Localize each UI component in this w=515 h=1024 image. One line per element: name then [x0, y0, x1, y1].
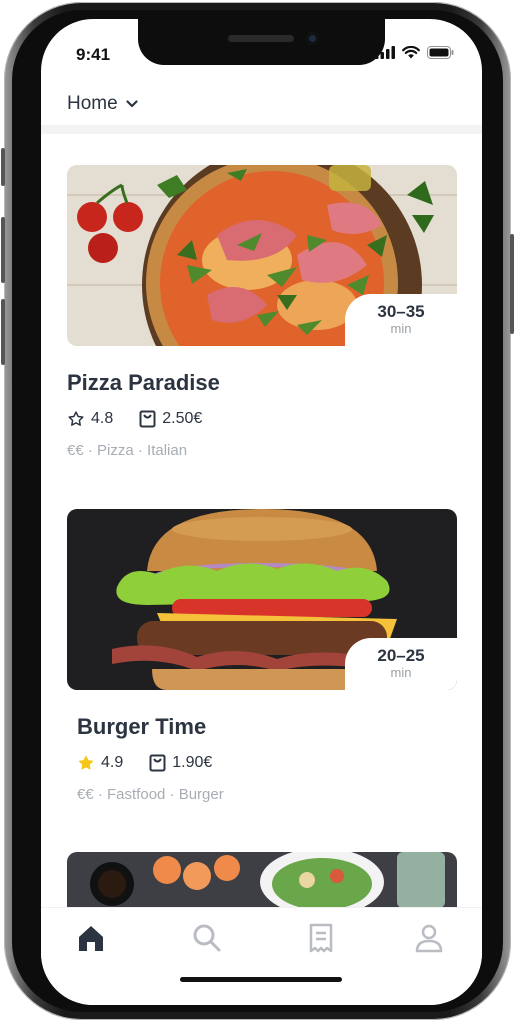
- delivery-time-range: 20–25: [377, 646, 425, 665]
- delivery-time-badge: 20–25 min: [345, 638, 457, 690]
- wifi-icon: [402, 46, 420, 59]
- phone-frame: 9:41 Home 30–35 min Pizza Paradise 4.8 2…: [1, 2, 514, 1020]
- restaurant-card-burger-time[interactable]: 20–25 min Burger Time 4.9 1.90€ €€ · Fas…: [67, 509, 457, 803]
- delivery-fee: 2.50€: [162, 410, 203, 427]
- restaurant-name: Burger Time: [77, 714, 207, 739]
- restaurant-tags: €€ · Pizza · Italian: [67, 442, 188, 459]
- star-filled-icon: [78, 755, 94, 770]
- nav-profile[interactable]: [413, 922, 449, 958]
- delivery-time-unit: min: [390, 665, 412, 680]
- restaurant-meta: 4.8 2.50€: [67, 410, 457, 428]
- nav-search[interactable]: [191, 922, 227, 958]
- burger-photo: 20–25 min: [67, 509, 457, 690]
- header-divider: [41, 125, 482, 134]
- delivery-time-unit: min: [390, 321, 412, 336]
- notch: [138, 19, 385, 65]
- chevron-down-icon: [126, 100, 138, 108]
- restaurant-card-sushi[interactable]: [67, 852, 457, 908]
- location-dropdown[interactable]: Home: [67, 93, 138, 115]
- restaurant-card-pizza-paradise[interactable]: 30–35 min Pizza Paradise 4.8 2.50€ €€ · …: [67, 165, 457, 459]
- user-icon: [415, 924, 443, 953]
- nav-home[interactable]: [75, 922, 111, 958]
- rating-value: 4.9: [101, 754, 124, 771]
- app-screen: 9:41 Home 30–35 min Pizza Paradise 4.8 2…: [41, 19, 482, 1005]
- restaurant-meta: 4.9 1.90€: [77, 754, 457, 772]
- battery-icon: [427, 46, 454, 59]
- power-button: [510, 234, 514, 334]
- rating-value: 4.8: [91, 410, 114, 427]
- star-outline-icon: [68, 411, 84, 426]
- home-indicator[interactable]: [180, 977, 342, 982]
- pizza-photo: 30–35 min: [67, 165, 457, 346]
- volume-down-button: [1, 299, 5, 365]
- nav-orders[interactable]: [305, 922, 341, 958]
- receipt-icon: [309, 923, 333, 953]
- volume-up-button: [1, 217, 5, 283]
- search-icon: [193, 924, 221, 952]
- speaker-grille: [228, 35, 294, 42]
- delivery-fee: 1.90€: [172, 754, 213, 771]
- delivery-time-badge: 30–35 min: [345, 294, 457, 346]
- delivery-bag-icon: [149, 754, 166, 772]
- delivery-bag-icon: [139, 410, 156, 428]
- status-icons: [375, 46, 454, 59]
- location-label: Home: [67, 93, 118, 114]
- status-time: 9:41: [76, 45, 111, 64]
- restaurant-tags: €€ · Fastfood · Burger: [77, 786, 224, 803]
- mute-switch: [1, 148, 5, 186]
- restaurant-name: Pizza Paradise: [67, 370, 220, 395]
- front-camera: [306, 32, 319, 45]
- delivery-time-range: 30–35: [377, 302, 425, 321]
- sushi-photo: [67, 852, 457, 908]
- bottom-navigation: [41, 907, 482, 1005]
- signal-icon: [375, 46, 395, 59]
- home-icon: [79, 926, 103, 951]
